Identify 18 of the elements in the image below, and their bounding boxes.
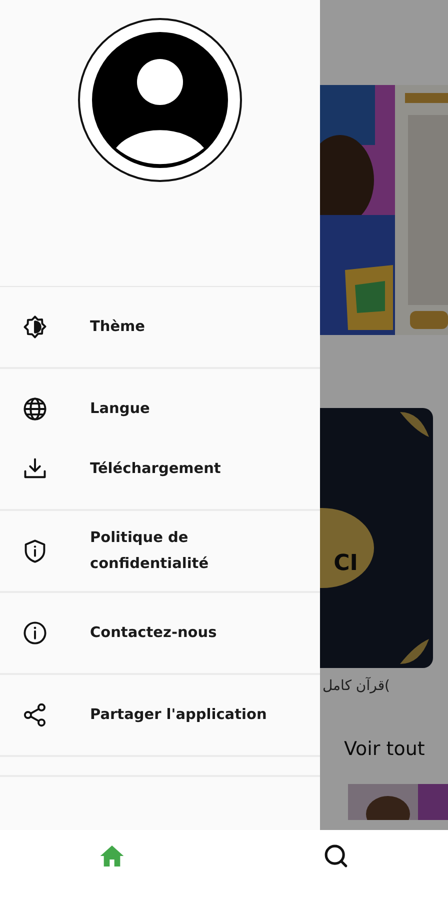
ornament-icon <box>400 639 429 664</box>
see-all-link[interactable]: Voir tout <box>344 738 425 760</box>
brightness-icon <box>22 314 48 340</box>
menu-item[interactable]: Langue <box>0 379 320 439</box>
globe-icon <box>22 396 48 422</box>
card-caption: )قرآن كامل <box>322 678 390 694</box>
menu-item[interactable]: Politique de confidentialité <box>0 521 320 581</box>
menu-item[interactable]: Partager l'application <box>0 685 320 745</box>
card-badge: CI <box>320 508 374 588</box>
menu-item[interactable]: Thème <box>0 297 320 357</box>
menu-item[interactable]: Contactez-nous <box>0 603 320 663</box>
album-card[interactable]: CI <box>320 408 433 668</box>
info-icon <box>22 620 48 646</box>
ornament-icon <box>400 412 429 437</box>
shield-icon <box>22 538 48 564</box>
avatar-icon <box>78 18 242 182</box>
menu-item[interactable]: Téléchargement <box>0 439 320 499</box>
share-icon <box>22 702 48 728</box>
